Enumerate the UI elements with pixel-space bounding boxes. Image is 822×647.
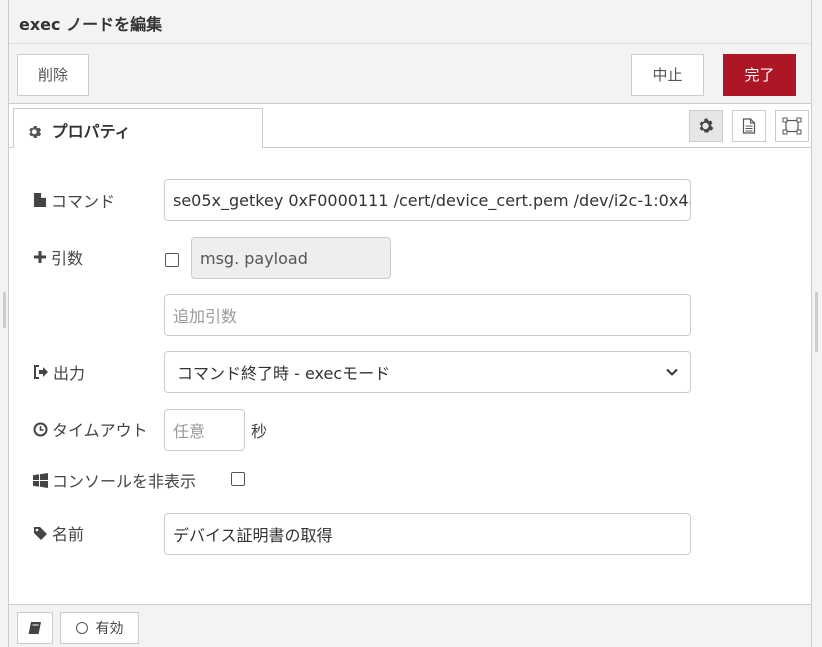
document-icon	[742, 118, 756, 134]
page-title: exec ノードを編集	[19, 15, 163, 34]
properties-form: コマンド se05x_getkey 0xF0000111 /cert/devic…	[9, 148, 811, 604]
tab-properties[interactable]: プロパティ	[13, 108, 263, 149]
output-select[interactable]: コマンド終了時 - execモード	[164, 351, 691, 393]
clock-icon	[33, 422, 48, 436]
timeout-unit: 秒	[251, 422, 268, 441]
timeout-label: タイムアウト	[33, 417, 148, 441]
name-label: 名前	[33, 521, 84, 545]
command-label: コマンド	[33, 188, 115, 212]
sign-out-icon	[34, 365, 48, 379]
gear-icon	[28, 124, 46, 143]
right-resize-handle[interactable]	[815, 292, 818, 352]
help-button[interactable]	[17, 612, 53, 644]
append-payload-checkbox[interactable]	[165, 253, 179, 267]
windows-icon	[33, 472, 48, 488]
cancel-button[interactable]: 中止	[631, 54, 704, 96]
left-resize-handle[interactable]	[3, 292, 6, 328]
plus-icon	[34, 251, 46, 263]
tab-description[interactable]	[732, 110, 766, 142]
command-input[interactable]: se05x_getkey 0xF0000111 /cert/device_cer…	[164, 179, 691, 221]
chevron-down-icon	[666, 368, 678, 376]
tag-icon	[34, 526, 47, 540]
output-label: 出力	[33, 360, 85, 384]
output-selected-value: コマンド終了時 - execモード	[177, 364, 391, 383]
enable-label: 有効	[95, 621, 124, 637]
book-icon	[28, 622, 41, 634]
payload-field: msg. payload	[191, 237, 391, 279]
tray-toolbar: 削除 中止 完了	[9, 44, 811, 104]
frame-icon	[782, 117, 802, 135]
tray-footer: 有効	[9, 604, 811, 647]
enable-toggle-button[interactable]: 有効	[60, 612, 139, 644]
tray-header: exec ノードを編集	[9, 0, 811, 44]
tab-bar: プロパティ	[9, 104, 811, 149]
tab-properties-label: プロパティ	[51, 122, 131, 141]
hide-console-label: コンソールを非表示	[33, 468, 196, 492]
done-button[interactable]: 完了	[723, 54, 796, 96]
gear-icon	[699, 118, 714, 133]
circle-icon	[75, 622, 88, 634]
hide-console-checkbox[interactable]	[231, 472, 245, 486]
tab-settings[interactable]	[689, 110, 723, 142]
name-input[interactable]: デバイス証明書の取得	[164, 513, 691, 555]
extra-args-input[interactable]: 追加引数	[164, 294, 691, 336]
args-label: 引数	[33, 245, 83, 269]
file-icon	[34, 193, 46, 207]
tab-appearance[interactable]	[775, 110, 809, 142]
edit-tray: exec ノードを編集 削除 中止 完了 プロパティ コマンド se05x_ge…	[8, 0, 812, 647]
timeout-input[interactable]: 任意	[164, 409, 245, 451]
delete-button[interactable]: 削除	[17, 54, 89, 96]
